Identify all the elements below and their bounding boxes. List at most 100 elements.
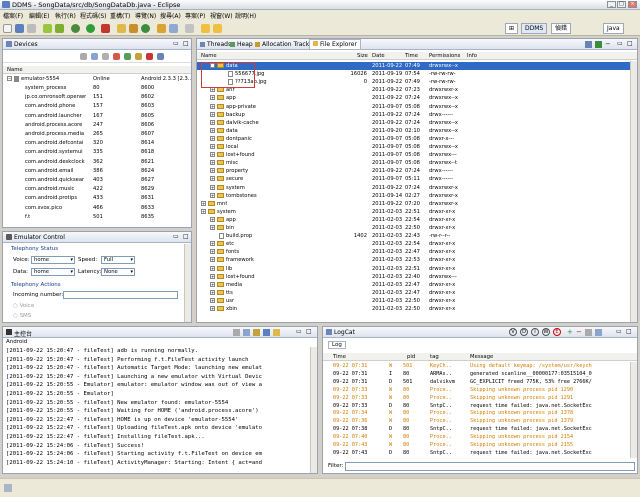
console-scrollbar[interactable] xyxy=(310,347,317,473)
menu-help[interactable]: 說明(H) xyxy=(235,11,256,20)
push-file-icon[interactable] xyxy=(585,41,592,48)
folder-row[interactable]: + lost+found 2011-02-03 22:40 drwxrwx--- xyxy=(197,273,637,281)
expand-icon[interactable]: + xyxy=(210,265,215,271)
process-row[interactable]: android.process.media 265 8607 xyxy=(3,130,191,138)
logcat-row[interactable]: 09-22 07:33 D 80 SntpC.. request time failed… xyxy=(323,402,628,410)
process-row[interactable]: android.process.acore 247 8606 xyxy=(3,121,191,129)
col-name[interactable]: Name xyxy=(201,52,217,60)
expand-icon[interactable]: + xyxy=(210,144,215,149)
file-row[interactable]: build.prop 1402 2011-02-03 22:43 -rw-r--r-- xyxy=(197,232,637,240)
expand-icon[interactable]: + xyxy=(210,273,215,279)
open-type-icon[interactable] xyxy=(157,24,166,33)
console-tab[interactable]: 主控台 xyxy=(14,329,32,338)
voice-select[interactable]: home xyxy=(31,256,75,264)
method-profiling-icon[interactable] xyxy=(135,53,142,60)
process-row[interactable]: com.android.quicksear 403 8627 xyxy=(3,176,191,184)
expand-icon[interactable]: + xyxy=(210,297,215,303)
minimize-view-icon[interactable]: ▭ xyxy=(173,233,179,240)
android-sdk-icon[interactable] xyxy=(43,24,52,33)
logcat-row[interactable]: 09-22 07:31 I 80 ARMAs.. generated scanline_… xyxy=(323,370,628,378)
new-package-icon[interactable] xyxy=(129,24,138,33)
folder-row[interactable]: + framework 2011-02-03 22:53 drwxr-xr-x xyxy=(197,256,637,264)
expand-icon[interactable]: + xyxy=(210,289,215,295)
search-icon[interactable] xyxy=(169,24,178,33)
cause-gc-icon[interactable] xyxy=(113,53,120,60)
tab-threads[interactable]: Threads xyxy=(200,41,231,48)
expand-icon[interactable]: + xyxy=(210,87,215,93)
col-name[interactable]: Name xyxy=(7,66,23,74)
logcat-row[interactable]: 09-22 07:31 D 501 dalvikvm GC_EXPLICIT freed… xyxy=(323,378,628,386)
folder-row[interactable]: + lost+found 2011-09-07 05:08 drwxrwx--- xyxy=(197,151,637,159)
expand-icon[interactable]: + xyxy=(210,306,215,311)
col-message[interactable]: Message xyxy=(470,353,493,361)
expand-icon[interactable]: + xyxy=(210,192,215,198)
expand-icon[interactable]: + xyxy=(210,184,215,190)
folder-row[interactable]: + system 2011-09-22 07:24 drwxrwxr-x xyxy=(197,184,637,192)
expand-icon[interactable]: + xyxy=(210,152,215,158)
next-annotation-icon[interactable] xyxy=(185,24,194,33)
debug-icon[interactable] xyxy=(71,24,80,33)
logcat-row[interactable]: 09-22 07:36 W 80 Proce.. Skipping unknown pr… xyxy=(323,417,628,425)
folder-row[interactable]: + misc 2011-09-07 05:08 drwxrwx--t xyxy=(197,159,637,167)
fast-view-icon[interactable] xyxy=(4,484,12,492)
expand-icon[interactable]: + xyxy=(210,257,215,263)
expand-icon[interactable]: + xyxy=(210,160,215,166)
folder-row[interactable]: + local 2011-09-07 05:08 drwxrwx--x xyxy=(197,143,637,151)
logcat-row[interactable]: 09-22 07:34 W 80 Proce.. Skipping unknown pr… xyxy=(323,409,628,417)
emulator-control-tab[interactable]: Emulator Control xyxy=(14,234,65,241)
devices-tab[interactable]: Devices xyxy=(14,41,38,48)
minimize-view-icon[interactable]: ▭ xyxy=(173,40,179,47)
folder-row[interactable]: + backup 2011-09-22 07:24 drwx------ xyxy=(197,111,637,119)
device-row[interactable]: − emulator-5554 Online Android 2.3.3 [2.3… xyxy=(3,75,191,83)
maximize-view-icon[interactable]: □ xyxy=(183,40,189,47)
folder-row[interactable]: + system 2011-02-03 22:51 drwxr-xr-x xyxy=(197,208,637,216)
logcat-scrollbar[interactable] xyxy=(630,362,637,458)
speed-select[interactable]: Full xyxy=(101,256,135,264)
new-icon[interactable] xyxy=(3,24,12,33)
filter-input[interactable] xyxy=(345,462,635,471)
logcat-tab[interactable]: LogCat xyxy=(334,329,355,336)
expand-icon[interactable]: + xyxy=(210,168,215,174)
col-size[interactable]: Size xyxy=(357,52,368,60)
collapse-icon[interactable]: − xyxy=(7,76,12,81)
process-row[interactable]: com.svox.pico 466 8633 xyxy=(3,204,191,212)
forward-icon[interactable] xyxy=(213,24,222,33)
stop-process-icon[interactable] xyxy=(146,53,153,60)
file-explorer-scrollbar[interactable] xyxy=(630,61,637,322)
logcat-row[interactable]: 09-22 07:33 W 80 Proce.. Skipping unknown pr… xyxy=(323,386,628,394)
screen-capture-icon[interactable] xyxy=(157,53,164,60)
minimize-icon[interactable]: _ xyxy=(607,1,616,8)
maximize-view-icon[interactable]: □ xyxy=(626,328,632,335)
expand-icon[interactable]: + xyxy=(210,103,215,109)
folder-row[interactable]: + tombstones 2011-09-14 02:27 drwxrwxr-x xyxy=(197,192,637,200)
expand-icon[interactable]: + xyxy=(201,208,206,214)
process-row[interactable]: com.android.deskclock 362 8621 xyxy=(3,158,191,166)
edit-filter-icon[interactable] xyxy=(585,329,592,336)
col-info[interactable]: Info xyxy=(467,52,477,60)
data-select[interactable]: home xyxy=(31,268,75,276)
process-row[interactable]: com.android.defcontai 320 8614 xyxy=(3,139,191,147)
logcat-row[interactable]: 09-22 07:43 W 80 Proce.. Skipping unknown pr… xyxy=(323,441,628,449)
process-row[interactable]: com.android.launcher 167 8605 xyxy=(3,112,191,120)
clear-log-icon[interactable] xyxy=(595,329,602,336)
process-row[interactable]: system_process 80 8600 xyxy=(3,84,191,92)
scroll-lock-icon[interactable] xyxy=(243,329,250,336)
display-console-icon[interactable] xyxy=(263,329,270,336)
run-icon[interactable] xyxy=(86,24,95,33)
logcat-log-tab[interactable]: Log xyxy=(328,341,346,349)
expand-icon[interactable]: + xyxy=(210,111,215,117)
expand-icon[interactable]: + xyxy=(210,119,215,125)
folder-row[interactable]: + dontpanic 2011-09-07 05:08 drwxr-x--- xyxy=(197,135,637,143)
col-time[interactable]: Time xyxy=(333,353,346,361)
expand-icon[interactable]: + xyxy=(210,249,215,255)
menu-refactor[interactable]: 重構(T) xyxy=(110,11,130,20)
expand-icon[interactable]: + xyxy=(210,127,215,133)
logcat-row[interactable]: 09-22 07:43 D 80 SntpC.. request time failed… xyxy=(323,449,628,457)
col-pid[interactable]: pid xyxy=(407,353,415,361)
maximize-view-icon[interactable]: □ xyxy=(306,328,312,335)
error-filter-icon[interactable]: E xyxy=(553,328,561,336)
expand-icon[interactable]: + xyxy=(210,281,215,287)
file-row[interactable]: 556677.jpg 16026 2011-09-19 07:54 -rw-rw-rw- xyxy=(197,70,637,78)
minimize-view-icon[interactable]: ▭ xyxy=(296,328,302,335)
col-permissions[interactable]: Permissions xyxy=(429,52,460,60)
